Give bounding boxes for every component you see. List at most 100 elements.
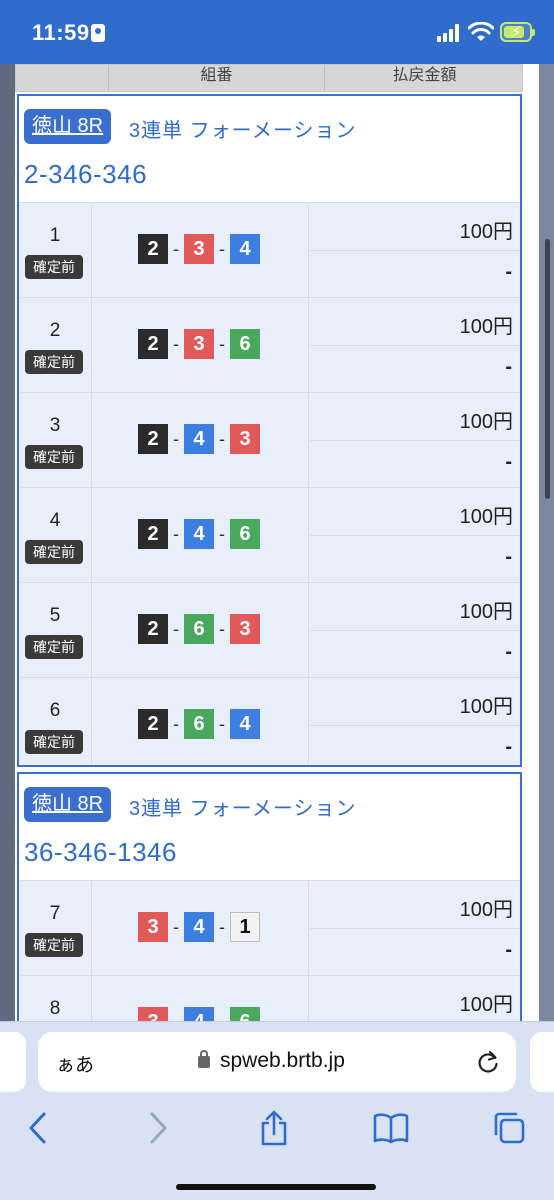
status-badge: 確定前 <box>25 350 83 374</box>
boat-number-4: 4 <box>230 709 260 739</box>
combination-cell: 3-4-6 <box>93 976 309 1024</box>
boat-number-6: 6 <box>230 329 260 359</box>
status-bar: 11:59 ⚡ <box>0 0 554 64</box>
amount-cell: 100円 - <box>310 583 520 677</box>
amount-cell: 100円 - <box>310 488 520 582</box>
table-row: 5 確定前 2-6-3 100円 - <box>19 582 520 677</box>
separator: - <box>173 713 179 734</box>
status-badge: 確定前 <box>25 730 83 754</box>
page-scrollbar[interactable] <box>545 239 550 499</box>
bet-amount: 100円 <box>459 316 513 338</box>
bookmarks-icon[interactable] <box>373 1110 409 1146</box>
payout-value: - <box>505 356 512 378</box>
row-number: 1 <box>49 225 61 246</box>
table-row: 8 3-4-6 100円 <box>19 975 520 1024</box>
battery-charging-icon: ⚡ <box>500 22 535 42</box>
row-number-cell: 5 確定前 <box>19 583 92 677</box>
header-no <box>16 65 109 92</box>
boat-combination: 2-6-4 <box>138 709 260 739</box>
boat-combination: 2-6-3 <box>138 614 260 644</box>
next-tab-preview[interactable] <box>530 1032 554 1092</box>
row-number-cell: 3 確定前 <box>19 393 92 487</box>
url-text[interactable]: spweb.brtb.jp <box>220 1049 345 1073</box>
boat-combination: 2-3-6 <box>138 329 260 359</box>
boat-number-6: 6 <box>230 519 260 549</box>
forward-icon[interactable] <box>146 1110 170 1146</box>
separator: - <box>219 713 225 734</box>
separator: - <box>173 428 179 449</box>
separator: - <box>173 238 179 259</box>
row-number-cell: 7 確定前 <box>19 881 92 975</box>
boat-number-4: 4 <box>184 519 214 549</box>
cellular-signal-icon <box>437 24 461 42</box>
table-row: 4 確定前 2-4-6 100円 - <box>19 487 520 582</box>
combination-cell: 2-3-4 <box>93 203 309 297</box>
boat-number-4: 4 <box>184 424 214 454</box>
status-badge: 確定前 <box>25 635 83 659</box>
payout-value: - <box>505 939 512 961</box>
separator: - <box>173 916 179 937</box>
text-size-button[interactable]: ぁあ <box>56 1050 94 1077</box>
back-icon[interactable] <box>26 1110 50 1146</box>
tabs-icon[interactable] <box>492 1110 526 1146</box>
row-number: 4 <box>49 510 61 531</box>
combination-cell: 2-4-6 <box>93 488 309 582</box>
divider <box>310 250 520 251</box>
boat-number-3: 3 <box>230 424 260 454</box>
bet-amount: 100円 <box>459 899 513 921</box>
separator: - <box>219 916 225 937</box>
amount-cell: 100円 - <box>310 203 520 297</box>
row-number: 7 <box>49 903 61 924</box>
id-card-icon <box>91 24 105 42</box>
combination-cell: 2-4-3 <box>93 393 309 487</box>
separator: - <box>219 333 225 354</box>
boat-number-2: 2 <box>138 614 168 644</box>
boat-number-2: 2 <box>138 709 168 739</box>
separator: - <box>219 428 225 449</box>
bet-amount: 100円 <box>459 506 513 528</box>
previous-tab-preview[interactable] <box>0 1032 26 1092</box>
boat-combination: 2-3-4 <box>138 234 260 264</box>
divider <box>310 440 520 441</box>
row-number-cell: 6 確定前 <box>19 678 92 765</box>
boat-number-2: 2 <box>138 424 168 454</box>
separator: - <box>173 523 179 544</box>
row-number: 2 <box>49 320 61 341</box>
status-badge: 確定前 <box>25 540 83 564</box>
lock-icon <box>198 1050 210 1068</box>
formation-label: 36-346-1346 <box>24 837 177 867</box>
divider <box>310 630 520 631</box>
boat-number-3: 3 <box>138 912 168 942</box>
row-number: 6 <box>49 700 61 721</box>
bet-type-label: 3連単 フォーメーション <box>129 798 357 820</box>
boat-combination: 2-4-6 <box>138 519 260 549</box>
table-row: 1 確定前 2-3-4 100円 - <box>19 202 520 297</box>
boat-number-2: 2 <box>138 329 168 359</box>
bet-block: 徳山 8R 3連単 フォーメーション 2-346-346 1 確定前 2-3-4 10… <box>17 94 522 767</box>
boat-number-4: 4 <box>230 234 260 264</box>
venue-race-link[interactable]: 徳山 8R <box>24 109 112 144</box>
reload-icon[interactable] <box>475 1049 501 1075</box>
amount-cell: 100円 - <box>310 393 520 487</box>
share-icon[interactable] <box>258 1110 290 1146</box>
bet-amount: 100円 <box>459 221 513 243</box>
separator: - <box>219 238 225 259</box>
web-page-viewport[interactable]: 組番 払戻金額 徳山 8R 3連単 フォーメーション 2-346-346 1 確定… <box>0 64 554 1024</box>
separator: - <box>173 618 179 639</box>
payout-value: - <box>505 641 512 663</box>
status-badge: 確定前 <box>25 933 83 957</box>
bet-amount: 100円 <box>459 601 513 623</box>
combination-cell: 2-3-6 <box>93 298 309 392</box>
status-badge: 確定前 <box>25 445 83 469</box>
venue-race-link[interactable]: 徳山 8R <box>24 787 112 822</box>
boat-combination: 2-4-3 <box>138 424 260 454</box>
wifi-icon <box>468 22 494 41</box>
status-time: 11:59 <box>32 20 90 45</box>
row-number-cell: 2 確定前 <box>19 298 92 392</box>
bet-block-header: 徳山 8R 3連単 フォーメーション 36-346-1346 <box>19 774 520 880</box>
bet-amount: 100円 <box>459 994 513 1016</box>
bet-amount: 100円 <box>459 696 513 718</box>
address-bar[interactable]: ぁあ spweb.brtb.jp <box>38 1032 516 1092</box>
home-indicator[interactable] <box>176 1184 376 1190</box>
divider <box>310 345 520 346</box>
